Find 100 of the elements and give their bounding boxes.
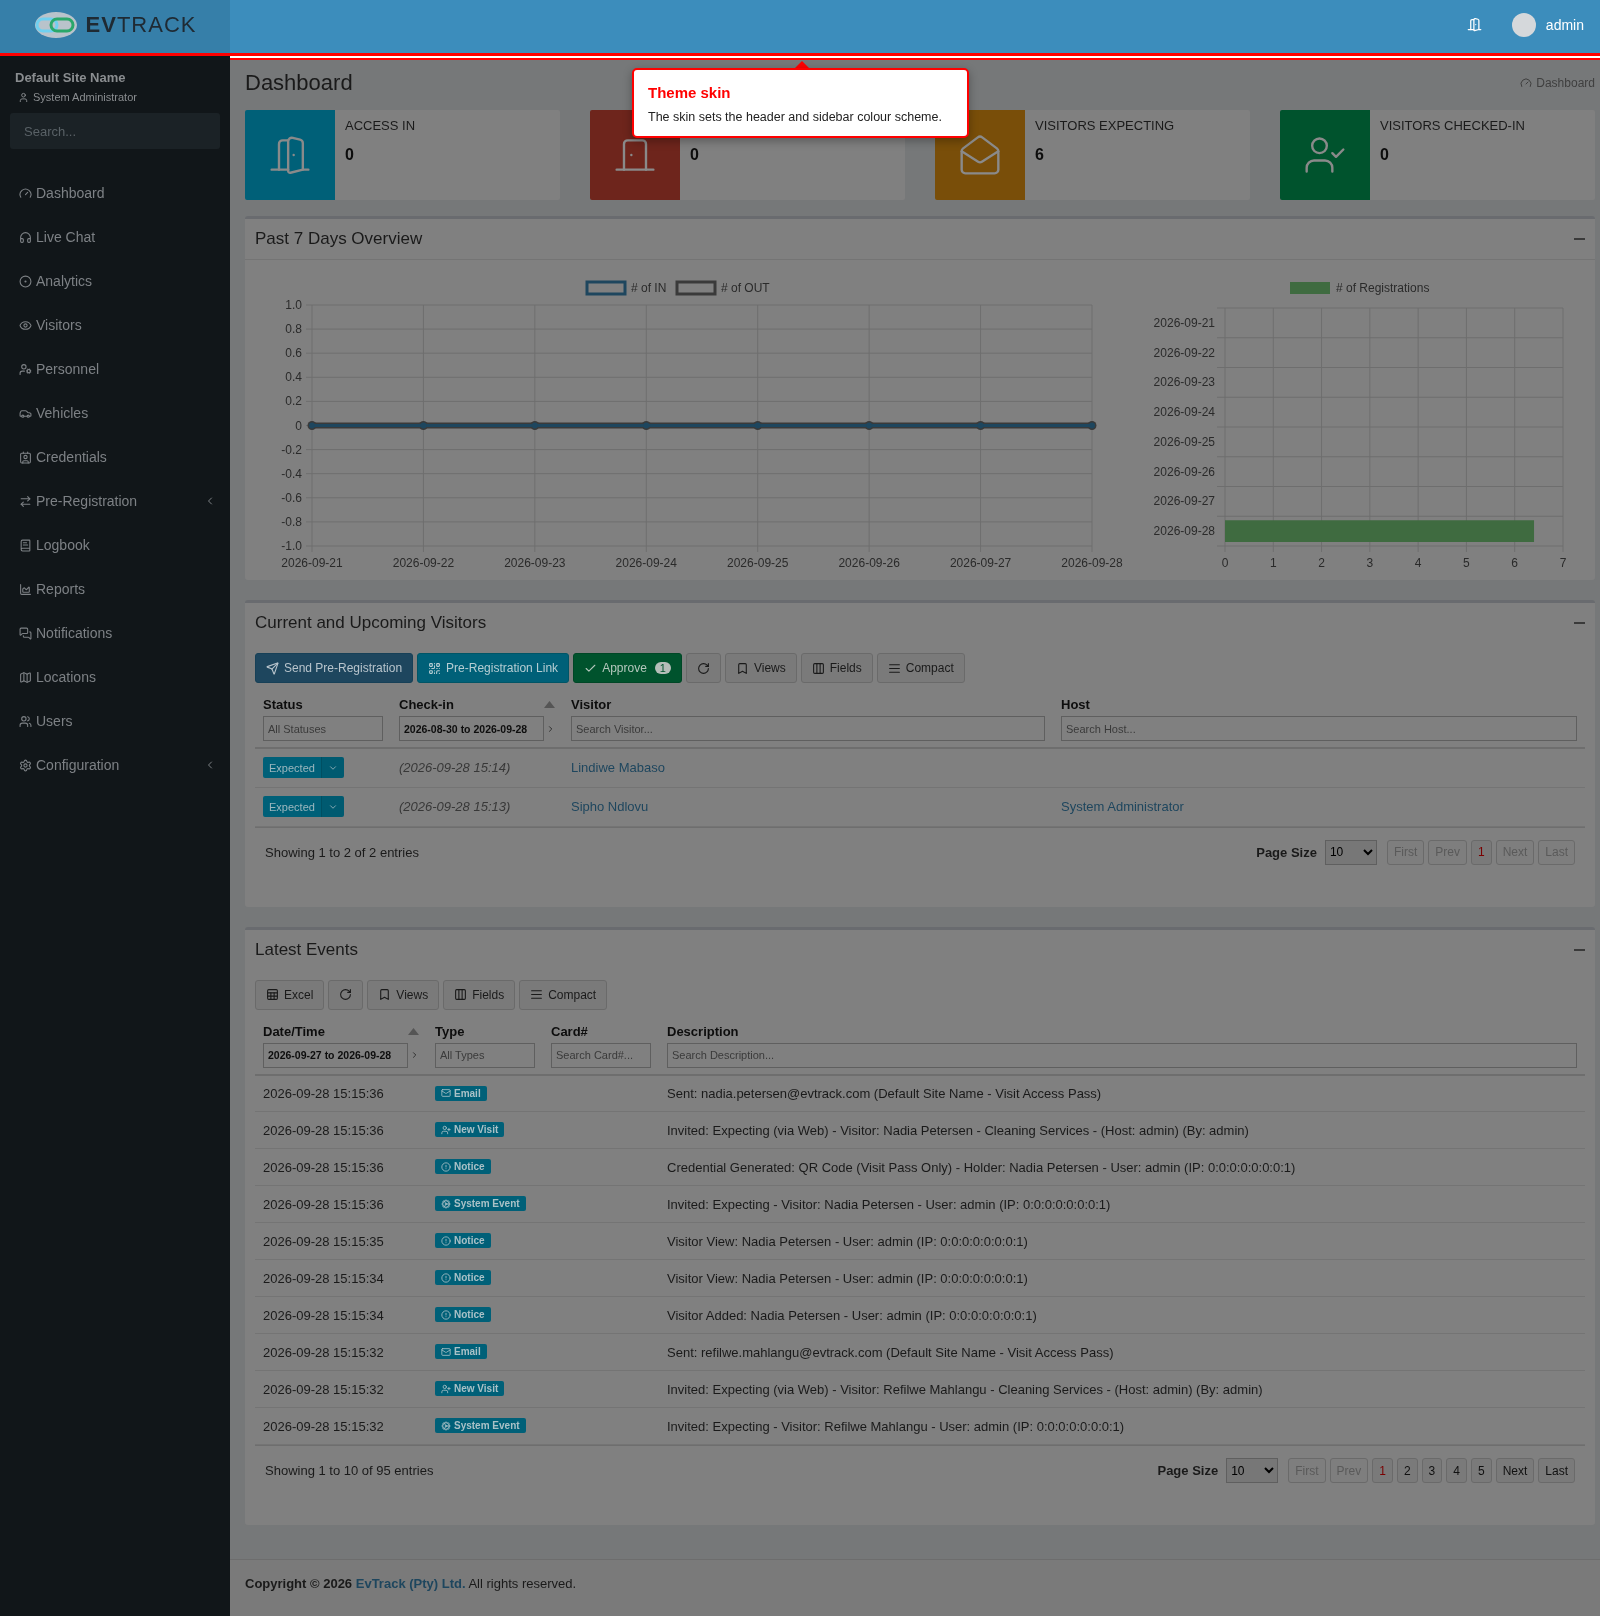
column-header: Check-in (399, 697, 454, 712)
event-time: 2026-09-28 15:15:36 (263, 1159, 384, 1175)
toolbar-button[interactable]: Fields (443, 979, 516, 1010)
column-header: Description (667, 1023, 739, 1039)
page-button[interactable]: 4 (1446, 1458, 1467, 1483)
sidebar-item[interactable]: Personnel (0, 347, 230, 391)
sidebar-item[interactable]: Pre-Registration (0, 479, 230, 523)
user-name[interactable]: admin (1545, 16, 1584, 33)
sidebar-item[interactable]: Credentials (0, 435, 230, 479)
axis-label: 0.8 (285, 322, 302, 337)
toolbar-button[interactable]: Fields (800, 653, 873, 683)
sidebar-item[interactable]: Configuration (0, 743, 230, 787)
page-size-select[interactable]: 10 (1324, 839, 1377, 865)
sidebar-item[interactable]: Logbook (0, 523, 230, 567)
axis-label: 2026-09-22 (1153, 345, 1215, 360)
filter-field[interactable]: All Statuses (263, 716, 383, 741)
envelope-icon (958, 133, 1002, 177)
visitor-link[interactable]: Sipho Ndlovu (571, 799, 649, 814)
axis-label: 2 (1318, 556, 1325, 570)
sidebar-item[interactable]: Visitors (0, 303, 230, 347)
refresh-button[interactable] (328, 979, 364, 1010)
toolbar-button[interactable]: Send Pre-Registration (255, 653, 414, 683)
axis-label: 6 (1511, 556, 1519, 570)
axis-label: -1.0 (281, 539, 302, 553)
gauge-icon (19, 186, 32, 200)
toolbar-button[interactable]: Pre-Registration Link (417, 653, 570, 683)
page-button[interactable]: 1 (1470, 839, 1492, 865)
axis-label: 2026-09-23 (504, 556, 566, 570)
tooltip-title: Theme skin (648, 84, 732, 101)
axis-label: 0.4 (285, 370, 302, 385)
sidebar-item[interactable]: Reports (0, 567, 230, 611)
event-time: 2026-09-28 15:15:35 (263, 1233, 384, 1249)
axis-label: 0.2 (285, 394, 302, 409)
filter-field[interactable]: Search Host... (1061, 716, 1577, 741)
axis-label: 1.0 (285, 298, 302, 312)
breadcrumb[interactable]: Dashboard (1536, 76, 1595, 90)
refresh-button[interactable] (685, 653, 721, 683)
chat-icon (19, 626, 32, 640)
toolbar-button[interactable]: Approve 1 (573, 653, 682, 683)
host-link[interactable]: System Administrator (1061, 799, 1184, 814)
user-plus-icon (441, 1383, 451, 1394)
event-time: 2026-09-28 15:15:32 (263, 1418, 384, 1434)
panel-title: Past 7 Days Overview (255, 229, 423, 249)
filter-field[interactable]: 2026-08-30 to 2026-09-28 (399, 716, 544, 741)
site-name: Default Site Name (14, 69, 127, 87)
toolbar-button[interactable]: Views (367, 979, 440, 1010)
eye-icon (19, 318, 32, 332)
event-time: 2026-09-28 15:15:34 (263, 1307, 384, 1323)
axis-label: 2026-09-27 (949, 556, 1012, 570)
filter-field[interactable]: 2026-09-27 to 2026-09-28 (263, 1042, 408, 1068)
page-button[interactable]: 5 (1470, 1458, 1492, 1483)
info-value: 0 (1380, 146, 1389, 164)
page-button[interactable]: 1 (1372, 1458, 1393, 1483)
axis-label: 2026-09-24 (615, 556, 677, 570)
page-button[interactable]: Next (1495, 1458, 1535, 1483)
company-link[interactable]: EvTrack (Pty) Ltd. (355, 1576, 466, 1591)
toolbar-button[interactable]: Compact (519, 979, 608, 1010)
sidebar-item[interactable]: Notifications (0, 611, 230, 655)
toolbar-button[interactable]: Compact (876, 653, 965, 683)
refresh-icon (339, 988, 353, 1001)
toolbar-button[interactable]: Excel (255, 979, 325, 1010)
axis-label: 2026-09-28 (1153, 524, 1215, 539)
sidebar-item[interactable]: Users (0, 699, 230, 743)
sidebar-item[interactable]: Vehicles (0, 391, 230, 435)
axis-label: 2026-09-26 (1153, 464, 1215, 479)
filter-field[interactable]: Search Card#... (551, 1042, 651, 1068)
page-button[interactable]: 3 (1421, 1458, 1443, 1483)
user-gear-icon (19, 362, 32, 376)
user-plus-icon (441, 1124, 451, 1135)
toolbar-button[interactable]: Views (724, 653, 797, 683)
page-button[interactable]: 2 (1396, 1458, 1418, 1483)
axis-label: 2026-09-28 (1061, 556, 1123, 570)
axis-label: 2026-09-21 (1153, 315, 1215, 330)
filter-field[interactable]: Search Description... (667, 1042, 1577, 1068)
axis-label: 7 (1559, 556, 1567, 570)
column-header: Host (1061, 697, 1090, 712)
sidebar-item[interactable]: Analytics (0, 259, 230, 303)
panel-title: Latest Events (255, 939, 358, 960)
event-description: Sent: nadia.petersen@evtrack.com (Default Site Name - Visit Access Pass) (667, 1085, 1102, 1101)
axis-label: 2026-09-22 (392, 556, 455, 570)
columns-icon (454, 988, 468, 1001)
columns-icon (811, 661, 825, 675)
event-description: Visitor View: Nadia Petersen - User: admin (IP: 0:0:0:0:0:0:0:1) (667, 1270, 1028, 1286)
filter-field[interactable]: All Types (435, 1042, 535, 1068)
avatar (1511, 12, 1536, 37)
collapse-icon[interactable] (1574, 948, 1585, 951)
filter-field[interactable]: Search Visitor... (571, 716, 1045, 741)
sidebar-item[interactable]: Dashboard (0, 171, 230, 215)
user-icon (18, 91, 29, 103)
count-badge: 1 (654, 662, 671, 674)
alert-icon (441, 1272, 451, 1283)
page-size-select[interactable]: 10 (1226, 1458, 1279, 1483)
visitor-link[interactable]: Lindiwe Mabaso (571, 760, 665, 776)
alert-icon (441, 1235, 451, 1246)
page-size-label: Page Size (1256, 844, 1317, 860)
page-button[interactable]: Last (1538, 1458, 1575, 1483)
axis-label: 1 (1269, 556, 1277, 570)
axis-label: 0 (1221, 556, 1229, 570)
sidebar-item[interactable]: Locations (0, 655, 230, 699)
sidebar-item[interactable]: Live Chat (0, 215, 230, 259)
